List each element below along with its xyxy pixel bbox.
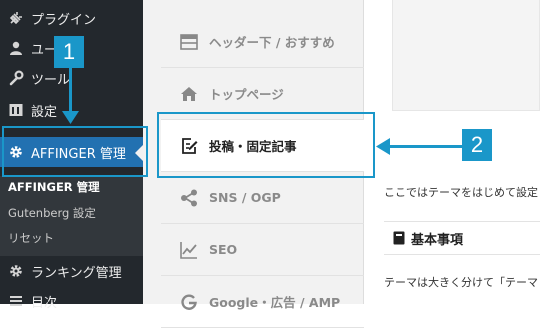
tab-label: SEO	[209, 242, 238, 257]
sidebar-item-label: ランキング管理	[31, 265, 122, 281]
tab-label: Google・広告 / AMP	[209, 295, 341, 310]
arrow-line-2	[388, 145, 463, 148]
tab-posts-pages[interactable]: 投稿・固定記事	[161, 120, 364, 172]
book-icon	[393, 231, 405, 245]
preview-image	[392, 0, 540, 111]
sidebar-item-label: AFFINGER 管理	[31, 146, 126, 162]
sidebar-item-ranking[interactable]: ランキング管理	[0, 256, 143, 286]
affinger-submenu: AFFINGER 管理 Gutenberg 設定 リセット	[0, 176, 143, 256]
sidebar-item-label: プラグイン	[31, 12, 97, 28]
sidebar-item-label: ツール	[31, 72, 71, 88]
body-text: テーマは大きく分けて「テーマ	[384, 276, 538, 289]
edit-icon	[182, 137, 198, 154]
share-icon	[181, 189, 197, 206]
tab-label: 投稿・固定記事	[209, 139, 297, 154]
wrench-icon	[9, 70, 24, 86]
gear-icon	[10, 265, 22, 277]
submenu-item-reset[interactable]: リセット	[8, 230, 54, 246]
tab-sns-ogp[interactable]: SNS / OGP	[161, 172, 364, 224]
header-layout-icon	[180, 33, 198, 50]
home-icon	[181, 86, 197, 101]
main-content: ここではテーマをはじめて設定 基本事項 テーマは大きく分けて「テーマ	[364, 0, 540, 304]
arrow-head-left-icon	[376, 138, 390, 155]
chart-icon	[180, 241, 197, 259]
tab-seo[interactable]: SEO	[161, 224, 364, 276]
sidebar-item-label: 目次	[31, 295, 58, 311]
submenu-item-gutenberg[interactable]: Gutenberg 設定	[8, 205, 96, 221]
tab-label: ヘッダー下 / おすすめ	[209, 35, 335, 50]
tab-header-recommend[interactable]: ヘッダー下 / おすすめ	[161, 16, 364, 68]
sidebar-item-plugins[interactable]: プラグイン	[0, 3, 143, 33]
sidebar-item-affinger[interactable]: AFFINGER 管理	[0, 137, 143, 167]
gear-icon	[10, 146, 22, 158]
settings-icon	[9, 104, 23, 116]
tab-label: SNS / OGP	[209, 190, 281, 205]
google-icon	[181, 294, 197, 310]
sidebar-item-label: 設定	[31, 104, 58, 120]
tab-google-ads-amp[interactable]: Google・広告 / AMP	[161, 276, 364, 328]
step-badge-2: 2	[462, 129, 492, 161]
intro-text: ここではテーマをはじめて設定	[384, 186, 538, 199]
list-icon	[10, 296, 22, 306]
arrow-line-1	[69, 68, 72, 113]
arrow-head-down-icon	[62, 111, 79, 124]
tab-top-page[interactable]: トップページ	[161, 68, 364, 120]
submenu-item-affinger[interactable]: AFFINGER 管理	[8, 179, 100, 195]
tab-label: トップページ	[209, 87, 284, 102]
sidebar-item-toc[interactable]: 目次	[0, 286, 143, 316]
settings-tab-panel: ヘッダー下 / おすすめ トップページ 投稿・固定記事 SNS / OGP SE…	[143, 0, 364, 328]
section-heading-text: 基本事項	[411, 232, 464, 248]
section-heading: 基本事項	[384, 221, 540, 255]
step-badge-1: 1	[54, 36, 84, 68]
user-icon	[10, 41, 22, 55]
plugin-icon	[9, 12, 22, 25]
